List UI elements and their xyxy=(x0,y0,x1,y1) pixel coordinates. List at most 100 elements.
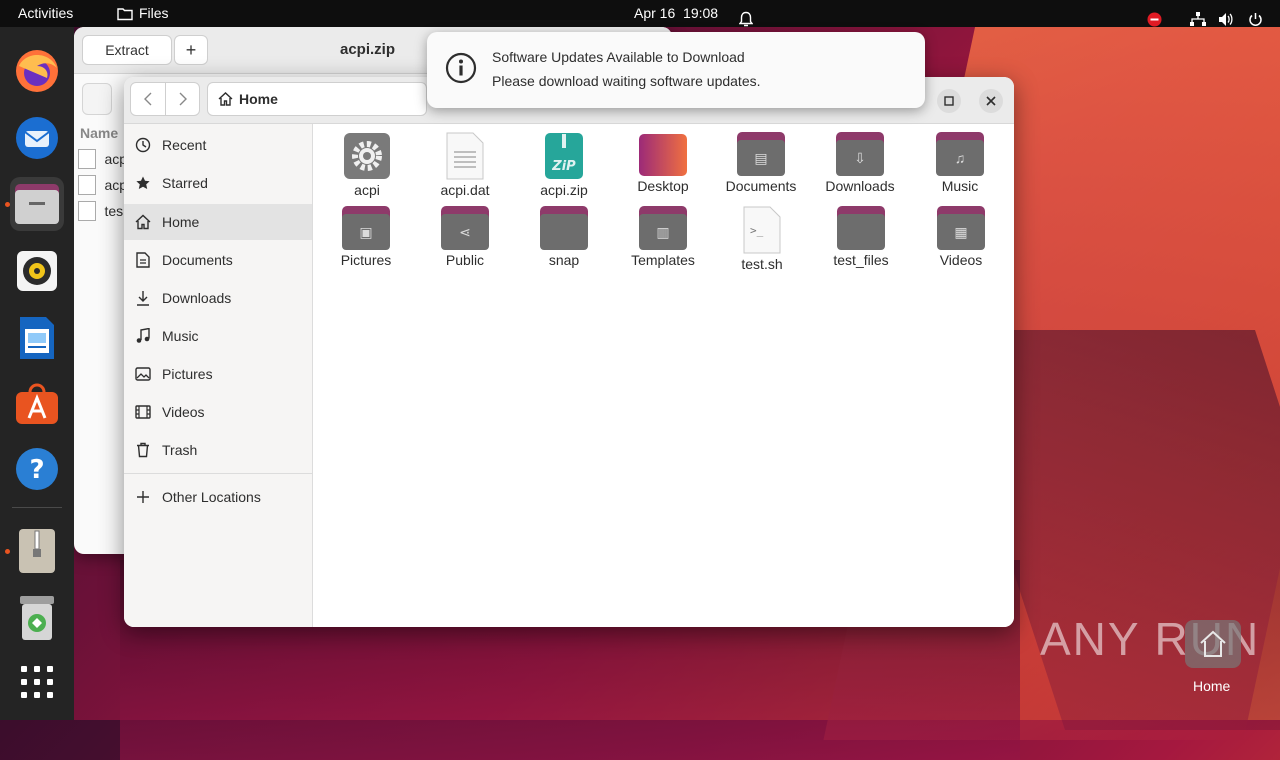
svg-text:?: ? xyxy=(29,455,44,485)
file-grid: acpi acpi.dat ZiP acpi.zip Desktop ▤ Doc… xyxy=(313,124,1014,627)
close-button[interactable] xyxy=(979,89,1003,113)
sidebar-item-label: Trash xyxy=(162,442,198,458)
files-icon xyxy=(15,184,59,224)
bell-icon xyxy=(739,11,753,27)
file-item[interactable]: test_files xyxy=(813,206,909,268)
archive-row[interactable]: acp xyxy=(78,175,127,195)
file-item[interactable]: acpi.dat xyxy=(417,132,513,198)
files-window[interactable]: Home Recent Starred Home Documents Downl… xyxy=(124,77,1014,627)
file-item[interactable]: ♫ Music xyxy=(912,132,1008,194)
dock-rhythmbox[interactable] xyxy=(10,244,64,298)
info-icon xyxy=(445,52,477,84)
file-item[interactable]: ▣ Pictures xyxy=(318,206,414,268)
binary-file-icon xyxy=(78,149,96,169)
help-icon: ? xyxy=(16,448,58,490)
videos-folder-icon: ▦ xyxy=(937,206,985,250)
activities-button[interactable]: Activities xyxy=(18,0,73,27)
dock-show-apps[interactable] xyxy=(10,655,64,709)
archive-row[interactable]: acp xyxy=(78,149,127,169)
sidebar-item-label: Pictures xyxy=(162,366,213,382)
sidebar-item-label: Recent xyxy=(162,137,207,153)
app-menu[interactable]: Files xyxy=(117,0,169,27)
file-item[interactable]: >_ test.sh xyxy=(714,206,810,272)
file-name: Documents xyxy=(725,178,797,194)
file-name: Pictures xyxy=(340,252,392,268)
file-item[interactable]: ZiP acpi.zip xyxy=(516,132,612,198)
svg-text:ZiP: ZiP xyxy=(551,159,576,174)
volume-icon[interactable] xyxy=(1218,6,1234,33)
dock-app-center[interactable] xyxy=(10,376,64,430)
notification-body: Please download waiting software updates… xyxy=(492,73,761,89)
sidebar-item-label: Downloads xyxy=(162,290,232,306)
dock-files[interactable] xyxy=(10,177,64,231)
file-item[interactable]: ⇩ Downloads xyxy=(812,132,908,194)
sidebar-item-recent[interactable]: Recent xyxy=(124,127,312,163)
sidebar-item-trash[interactable]: Trash xyxy=(124,432,312,468)
star-icon xyxy=(136,176,150,189)
document-icon xyxy=(136,252,150,268)
archive-row-name: tes xyxy=(104,203,124,219)
file-name: Desktop xyxy=(637,178,689,194)
extract-button[interactable]: Extract xyxy=(82,35,172,65)
dock-thunderbird[interactable] xyxy=(10,111,64,165)
file-item[interactable]: Desktop xyxy=(615,132,711,194)
app-store-icon xyxy=(16,383,58,424)
desktop-folder-icon xyxy=(639,134,687,176)
time-label: 19:08 xyxy=(683,5,719,21)
archive-title: acpi.zip xyxy=(340,41,396,58)
text-file-icon xyxy=(446,132,484,180)
sidebar-item-videos[interactable]: Videos xyxy=(124,394,312,430)
archive-back-button[interactable] xyxy=(82,83,112,115)
file-name: Music xyxy=(941,178,979,194)
column-name-header[interactable]: Name xyxy=(80,125,118,141)
clock[interactable]: Apr 16 19:08 xyxy=(634,0,718,27)
sidebar-item-downloads[interactable]: Downloads xyxy=(124,280,312,316)
forward-button[interactable] xyxy=(166,83,200,115)
pictures-folder-icon: ▣ xyxy=(342,206,390,250)
file-item[interactable]: ▦ Videos xyxy=(913,206,1009,268)
sidebar-item-label: Music xyxy=(162,328,199,344)
sidebar-item-label: Documents xyxy=(162,252,233,268)
dock-trash[interactable] xyxy=(10,591,64,645)
file-item[interactable]: acpi xyxy=(319,132,415,198)
file-item[interactable]: ▥ Templates xyxy=(615,206,711,268)
sidebar-item-other-locations[interactable]: Other Locations xyxy=(124,479,312,515)
dock-archive-manager[interactable] xyxy=(10,524,64,578)
dock-firefox[interactable] xyxy=(10,44,64,98)
rhythmbox-icon xyxy=(17,251,57,291)
folder-icon xyxy=(837,206,885,250)
sidebar-item-home[interactable]: Home xyxy=(124,204,312,240)
desktop-home-icon[interactable] xyxy=(1185,620,1241,668)
maximize-button[interactable] xyxy=(937,89,961,113)
dock-writer[interactable] xyxy=(10,311,64,365)
sidebar-item-music[interactable]: Music xyxy=(124,318,312,354)
clock-icon xyxy=(135,137,151,153)
file-item[interactable]: ⋖ Public xyxy=(417,206,513,268)
file-item[interactable]: ▤ Documents xyxy=(713,132,809,194)
music-icon xyxy=(136,328,150,343)
svg-text:>_: >_ xyxy=(750,224,764,237)
power-icon[interactable] xyxy=(1248,6,1263,33)
do-not-disturb-icon[interactable] xyxy=(1147,6,1162,33)
sidebar-item-label: Home xyxy=(162,214,200,230)
templates-folder-icon: ▥ xyxy=(639,206,687,250)
firefox-icon xyxy=(16,50,58,92)
path-bar[interactable]: Home xyxy=(207,82,427,116)
add-file-button[interactable]: + xyxy=(174,35,208,65)
thunderbird-icon xyxy=(16,117,58,159)
file-name: test.sh xyxy=(741,256,783,272)
download-icon xyxy=(137,291,149,306)
sidebar-item-documents[interactable]: Documents xyxy=(124,242,312,278)
network-icon[interactable] xyxy=(1190,6,1206,33)
notification-banner[interactable]: Software Updates Available to Download P… xyxy=(427,32,925,108)
sidebar-item-starred[interactable]: Starred xyxy=(124,165,312,201)
binary-file-icon xyxy=(78,175,96,195)
maximize-icon xyxy=(944,96,954,106)
back-button[interactable] xyxy=(131,83,166,115)
archive-row[interactable]: tes xyxy=(78,201,123,221)
sidebar-item-label: Other Locations xyxy=(162,489,261,505)
sidebar-item-pictures[interactable]: Pictures xyxy=(124,356,312,392)
file-item[interactable]: snap xyxy=(516,206,612,268)
dock-help[interactable]: ? xyxy=(10,442,64,496)
sidebar-item-label: Videos xyxy=(162,404,205,420)
